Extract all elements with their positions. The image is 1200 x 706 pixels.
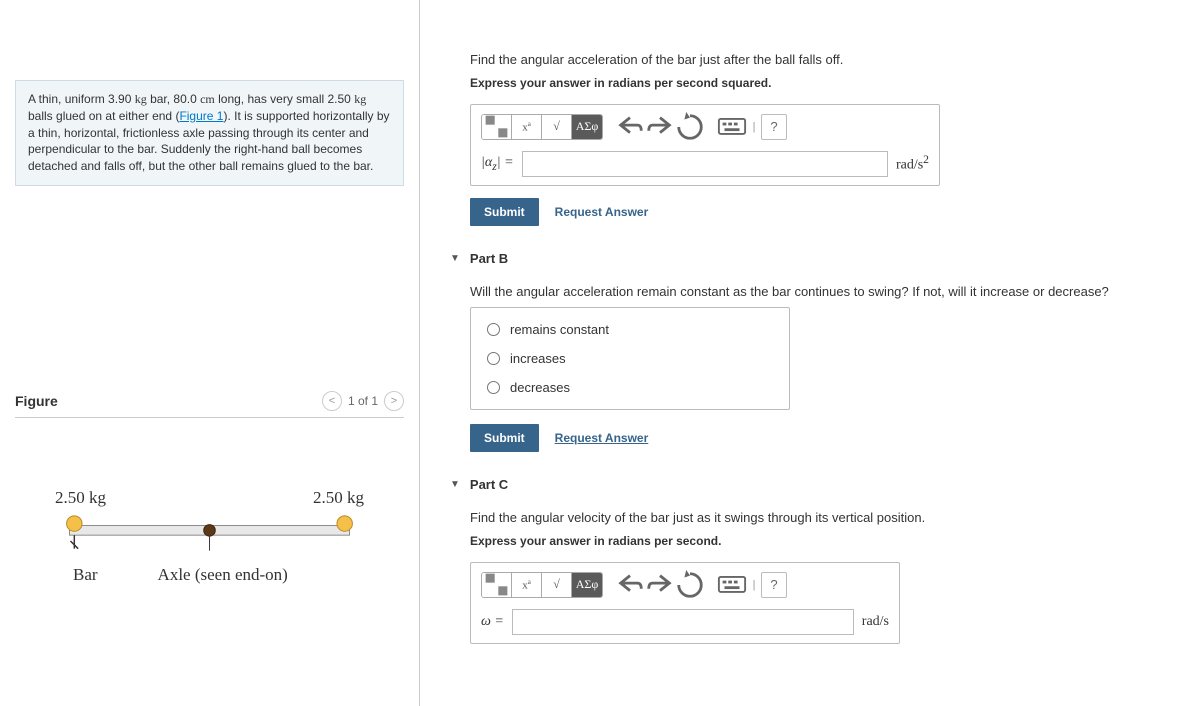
reset-button[interactable]	[675, 114, 705, 140]
reset-button[interactable]	[675, 572, 705, 598]
part-a-unit: rad/s2	[896, 153, 929, 174]
figure-count: 1 of 1	[348, 394, 378, 408]
figure-title: Figure	[15, 393, 58, 409]
redo-button[interactable]	[645, 572, 675, 598]
option-remains-constant[interactable]: remains constant	[487, 322, 773, 337]
sqrt-button[interactable]: √	[542, 573, 572, 597]
radio-increases[interactable]	[487, 352, 500, 365]
problem-statement: A thin, uniform 3.90 kg bar, 80.0 cm lon…	[15, 80, 404, 186]
undo-button[interactable]	[615, 572, 645, 598]
part-c-answer-box: xa √ ΑΣφ |	[470, 562, 900, 644]
part-a-instruction: Express your answer in radians per secon…	[470, 76, 1170, 90]
part-a-answer-box: xa √ ΑΣφ |	[470, 104, 940, 186]
keyboard-button[interactable]	[717, 572, 747, 598]
figure-next-button[interactable]: >	[384, 391, 404, 411]
help-button[interactable]: ?	[761, 572, 787, 598]
caret-down-icon: ▼	[450, 253, 460, 264]
greek-button[interactable]: ΑΣφ	[572, 115, 602, 139]
figure-diagram: 2.50 kg 2.50 kg Bar Axle (seen end-on)	[15, 488, 404, 585]
part-c-instruction: Express your answer in radians per secon…	[470, 534, 1170, 548]
option-decreases[interactable]: decreases	[487, 380, 773, 395]
option-increases[interactable]: increases	[487, 351, 773, 366]
template-button[interactable]	[482, 115, 512, 139]
radio-remains-constant[interactable]	[487, 323, 500, 336]
part-c-header[interactable]: ▼ Part C	[450, 477, 1170, 492]
fraction-button[interactable]: xa	[512, 573, 542, 597]
part-a-answer-input[interactable]	[522, 151, 888, 177]
part-c-var-label: ω =	[481, 614, 504, 630]
radio-decreases[interactable]	[487, 381, 500, 394]
fraction-button[interactable]: xa	[512, 115, 542, 139]
part-b-question: Will the angular acceleration remain con…	[470, 282, 1170, 302]
caret-down-icon: ▼	[450, 479, 460, 490]
part-b-request-answer[interactable]: Request Answer	[555, 431, 649, 445]
sqrt-button[interactable]: √	[542, 115, 572, 139]
keyboard-button[interactable]	[717, 114, 747, 140]
part-a-var-label: |αz| =	[481, 155, 514, 173]
part-c-answer-input[interactable]	[512, 609, 854, 635]
divider: |	[747, 114, 761, 140]
part-b-options: remains constant increases decreases	[470, 307, 790, 410]
figure-link[interactable]: Figure 1	[179, 109, 223, 123]
template-button[interactable]	[482, 573, 512, 597]
part-a-submit-button[interactable]: Submit	[470, 198, 539, 226]
help-button[interactable]: ?	[761, 114, 787, 140]
part-c-unit: rad/s	[862, 614, 889, 630]
part-a-request-answer[interactable]: Request Answer	[555, 205, 649, 219]
greek-button[interactable]: ΑΣφ	[572, 573, 602, 597]
redo-button[interactable]	[645, 114, 675, 140]
part-a-question: Find the angular acceleration of the bar…	[470, 50, 1170, 70]
part-c-question: Find the angular velocity of the bar jus…	[470, 508, 1170, 528]
part-b-submit-button[interactable]: Submit	[470, 424, 539, 452]
undo-button[interactable]	[615, 114, 645, 140]
divider: |	[747, 572, 761, 598]
figure-prev-button[interactable]: <	[322, 391, 342, 411]
part-b-header[interactable]: ▼ Part B	[450, 251, 1170, 266]
